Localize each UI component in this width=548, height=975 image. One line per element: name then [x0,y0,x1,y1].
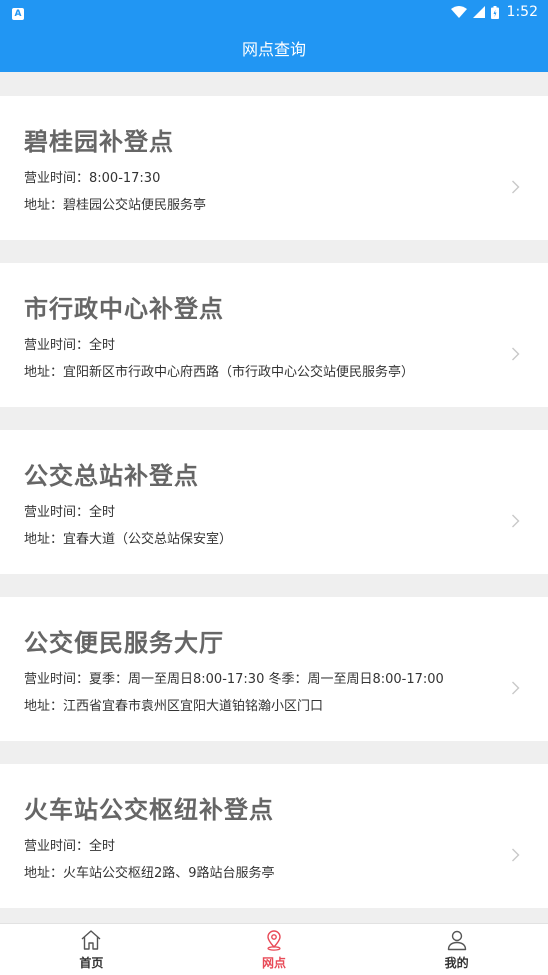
tab-home[interactable]: 首页 [46,929,136,971]
point-name: 市行政中心补登点 [24,295,224,323]
tab-label: 网点 [261,955,286,970]
battery-icon [490,5,499,19]
status-bar: A 1:52 [0,0,548,24]
point-address: 地址：宜阳新区市行政中心府西路（市行政中心公交站便民服务亭） [24,365,415,380]
point-name: 公交总站补登点 [24,462,199,490]
user-icon [447,930,466,950]
point-hours: 营业时间：夏季：周一至周日8:00-17:30 冬季：周一至周日8:00-17:… [24,672,444,687]
list-item[interactable]: 公交便民服务大厅 营业时间：夏季：周一至周日8:00-17:30 冬季：周一至周… [0,597,548,741]
location-pin-icon [267,929,281,951]
chevron-right-icon [512,514,520,528]
service-point-list: 碧桂园补登点 营业时间：8:00-17:30 地址：碧桂园公交站便民服务亭 市行… [0,96,548,931]
bottom-tab-bar: 首页 网点 我的 [0,923,548,975]
chevron-right-icon [512,681,520,695]
point-hours: 营业时间：8:00-17:30 [24,171,161,186]
signal-icon [472,6,485,18]
status-time: 1:52 [506,4,538,20]
point-address: 地址：火车站公交枢纽2路、9路站台服务亭 [24,866,275,881]
point-hours: 营业时间：全时 [24,505,116,520]
point-name: 碧桂园补登点 [24,128,174,156]
tab-label: 我的 [444,955,469,970]
point-name: 公交便民服务大厅 [24,629,224,657]
point-hours: 营业时间：全时 [24,839,116,854]
home-icon [81,929,101,950]
chevron-right-icon [512,180,520,194]
notification-a-icon: A [12,8,24,20]
tab-outlets[interactable]: 网点 [229,929,319,971]
tab-profile[interactable]: 我的 [412,929,502,971]
list-item[interactable]: 市行政中心补登点 营业时间：全时 地址：宜阳新区市行政中心府西路（市行政中心公交… [0,263,548,407]
point-name: 火车站公交枢纽补登点 [24,796,274,824]
app-header: 网点查询 [0,24,548,72]
point-address: 地址：碧桂园公交站便民服务亭 [24,198,207,213]
page-title: 网点查询 [241,40,306,59]
chevron-right-icon [512,347,520,361]
list-item[interactable]: 碧桂园补登点 营业时间：8:00-17:30 地址：碧桂园公交站便民服务亭 [0,96,548,240]
list-item[interactable]: 公交总站补登点 营业时间：全时 地址：宜春大道（公交总站保安室） [0,430,548,574]
point-hours: 营业时间：全时 [24,338,116,353]
list-item[interactable]: 火车站公交枢纽补登点 营业时间：全时 地址：火车站公交枢纽2路、9路站台服务亭 [0,764,548,908]
tab-label: 首页 [79,955,104,970]
point-address: 地址：江西省宜春市袁州区宜阳大道铂铭瀚小区门口 [24,699,324,714]
point-address: 地址：宜春大道（公交总站保安室） [24,532,233,547]
chevron-right-icon [512,848,520,862]
wifi-icon [450,6,467,18]
